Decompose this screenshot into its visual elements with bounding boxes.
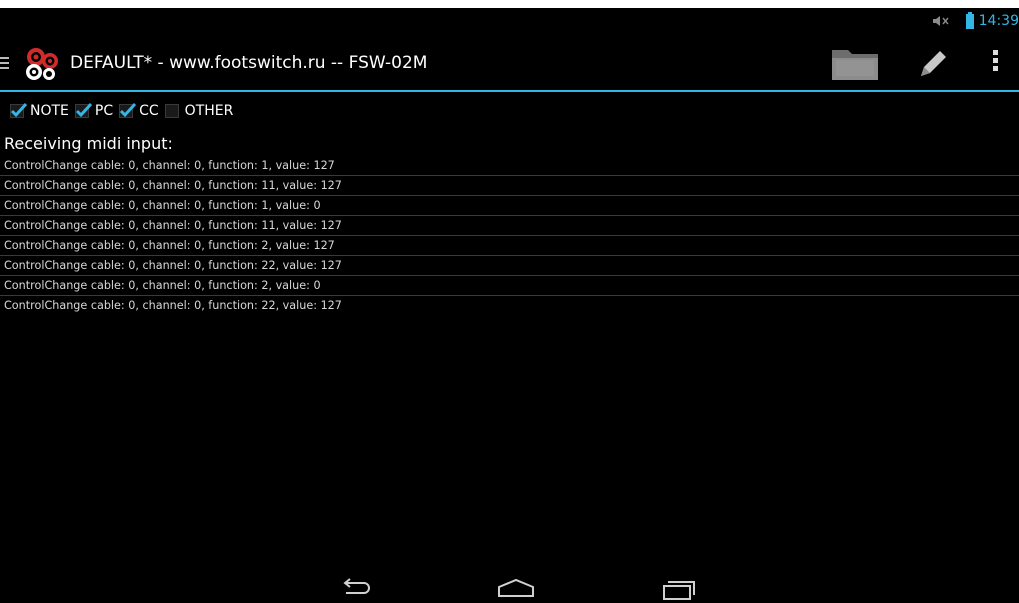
home-icon[interactable] [496,577,536,599]
checkbox-other[interactable] [164,104,179,118]
back-icon[interactable] [338,577,372,599]
status-icons: 14:39 [932,11,1019,30]
app-title: DEFAULT* - www.footswitch.ru -- FSW-02M [70,53,428,73]
battery-icon [965,11,974,29]
status-clock: 14:39 [978,13,1019,29]
log-entry: ControlChange cable: 0, channel: 0, func… [0,276,1019,296]
filter-row: NOTE PC CC OTHER [10,100,239,122]
footswitch-logo-icon[interactable] [22,45,62,83]
log-entry: ControlChange cable: 0, channel: 0, func… [0,176,1019,196]
log-entry: ControlChange cable: 0, channel: 0, func… [0,256,1019,276]
receiving-heading: Receiving midi input: [4,134,173,153]
status-bar: 14:39 [0,8,1019,34]
filter-cc[interactable]: CC [119,102,159,119]
android-screen: 14:39 DEFAULT* - www.footswitch.ru -- FS… [0,8,1019,603]
checkbox-note[interactable] [10,102,28,118]
filter-label: PC [94,103,114,119]
midi-log-list: ControlChange cable: 0, channel: 0, func… [0,156,1019,316]
filter-label: NOTE [30,103,69,119]
checkbox-cc[interactable] [119,102,137,118]
folder-icon[interactable] [830,46,882,84]
filter-note[interactable]: NOTE [10,102,69,119]
filter-label: CC [139,103,159,119]
recent-apps-icon[interactable] [660,577,698,601]
filter-other[interactable]: OTHER [164,103,234,119]
action-bar: DEFAULT* - www.footswitch.ru -- FSW-02M [0,38,1019,92]
checkmark-icon [75,102,93,118]
log-entry: ControlChange cable: 0, channel: 0, func… [0,156,1019,176]
volume-muted-icon [932,16,949,26]
drawer-indicator-icon[interactable] [0,57,9,71]
overflow-menu-icon[interactable] [985,50,1005,80]
log-entry: ControlChange cable: 0, channel: 0, func… [4,299,342,312]
log-entry: ControlChange cable: 0, channel: 0, func… [0,236,1019,256]
filter-label: OTHER [184,103,234,119]
log-entry: ControlChange cable: 0, channel: 0, func… [0,196,1019,216]
checkmark-icon [120,102,137,118]
log-entry: ControlChange cable: 0, channel: 0, func… [0,216,1019,236]
navigation-bar [0,571,1019,603]
checkmark-icon [10,102,28,118]
checkbox-pc[interactable] [74,102,93,118]
pencil-icon[interactable] [913,48,949,82]
filter-pc[interactable]: PC [74,102,114,119]
